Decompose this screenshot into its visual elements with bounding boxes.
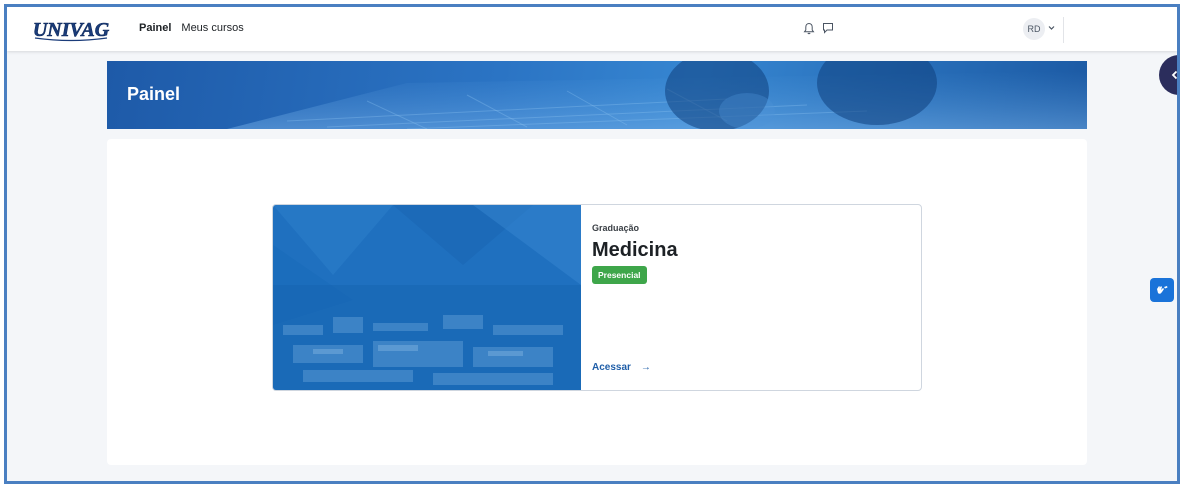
chevron-left-icon [1171,70,1177,80]
browser-frame: UNIVAG Painel Meus cursos RD Painel Grad… [4,4,1180,484]
user-avatar[interactable]: RD [1023,18,1045,40]
nav-painel[interactable]: Painel [139,22,171,34]
top-navbar: UNIVAG Painel Meus cursos RD [7,7,1177,51]
primary-navigation: Painel Meus cursos [139,22,244,34]
logo-text: UNIVAG [33,19,110,41]
access-course-link[interactable]: Acessar → [592,362,651,373]
access-label: Acessar [592,362,631,373]
nav-meus-cursos[interactable]: Meus cursos [181,22,243,34]
sign-language-icon [1157,286,1168,294]
banner-keyboard-image [227,61,1087,129]
univag-logo[interactable]: UNIVAG [29,16,113,42]
course-card-image[interactable] [273,205,581,391]
course-title[interactable]: Medicina [592,239,678,262]
dashboard-main-region: Graduação Medicina Presencial Acessar → [107,139,1087,465]
status-badge: Presencial [592,266,647,284]
arrow-right-icon: → [640,362,651,373]
course-card[interactable]: Graduação Medicina Presencial Acessar → [272,204,922,391]
accessibility-button[interactable] [1150,278,1174,302]
page-header-banner: Painel [107,61,1087,129]
course-category: Graduação [592,223,640,233]
course-card-body: Graduação Medicina Presencial Acessar → [581,205,921,390]
header-divider [1063,17,1064,43]
chevron-down-icon[interactable] [1047,23,1056,32]
page-title: Painel [127,84,181,104]
drawer-toggle-button[interactable] [1159,55,1177,95]
chat-icon[interactable] [822,22,834,34]
bell-icon[interactable] [803,22,815,35]
